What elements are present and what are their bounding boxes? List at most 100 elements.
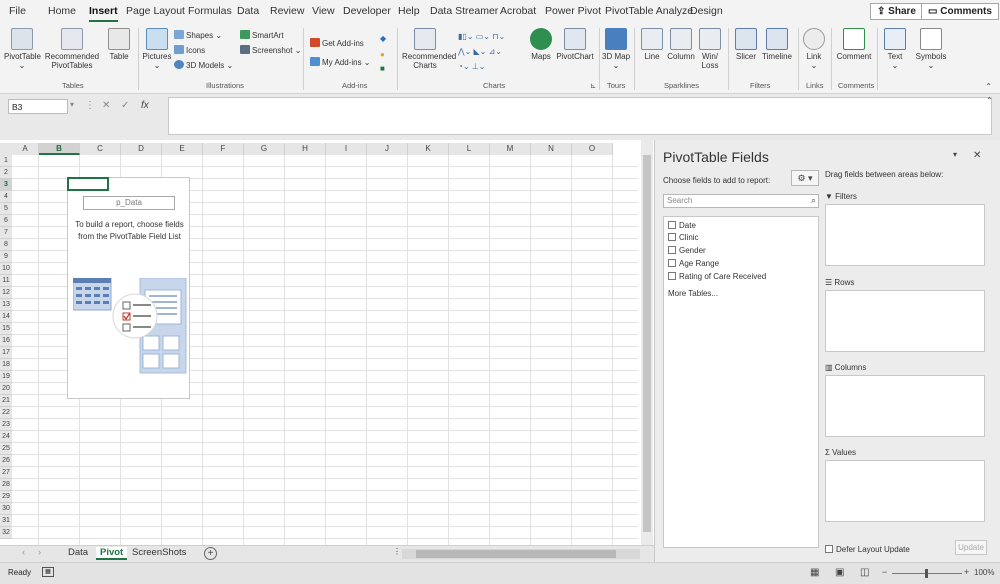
column-header-b[interactable]: B bbox=[39, 143, 80, 155]
row-header-6[interactable]: 6 bbox=[0, 215, 12, 227]
row-header-10[interactable]: 10 bbox=[0, 263, 12, 275]
row-header-21[interactable]: 21 bbox=[0, 395, 12, 407]
namebox-dropdown-icon[interactable]: ▾ bbox=[70, 100, 74, 109]
values-drop-area[interactable] bbox=[825, 460, 985, 522]
pie-chart-icon[interactable]: ◔⌄ ⊥⌄ bbox=[458, 62, 485, 72]
icons-button[interactable]: Icons bbox=[174, 45, 205, 56]
zoom-slider-thumb[interactable] bbox=[925, 569, 928, 578]
more-tables-link[interactable]: More Tables... bbox=[668, 289, 718, 298]
column-chart-icon[interactable]: ▮▯⌄ ▭⌄ ⊓⌄ bbox=[458, 32, 505, 42]
visio-icon[interactable]: ■ bbox=[380, 64, 385, 74]
next-sheet-icon[interactable]: › bbox=[38, 547, 41, 558]
vertical-scrollbar[interactable] bbox=[641, 140, 653, 545]
select-all-corner[interactable] bbox=[0, 143, 12, 155]
pictures-button[interactable]: Pictures ⌄ bbox=[142, 28, 172, 70]
column-header-m[interactable]: M bbox=[490, 143, 531, 155]
row-header-24[interactable]: 24 bbox=[0, 431, 12, 443]
column-header-e[interactable]: E bbox=[162, 143, 203, 155]
cancel-icon[interactable]: ✕ bbox=[102, 100, 110, 111]
comments-button[interactable]: ▭ Comments bbox=[921, 3, 999, 20]
row-header-20[interactable]: 20 bbox=[0, 383, 12, 395]
tab-power-pivot[interactable]: Power Pivot bbox=[545, 5, 601, 17]
worksheet-grid[interactable]: A B C D E F G H I J K L M N O 1 2 3 4 5 6 7 8 9 10 11 12 13 14 15 16 17… bbox=[0, 140, 654, 545]
column-header-h[interactable]: H bbox=[285, 143, 326, 155]
zoom-out-icon[interactable]: − bbox=[882, 567, 887, 577]
tab-view[interactable]: View bbox=[312, 5, 335, 17]
row-header-32[interactable]: 32 bbox=[0, 527, 12, 539]
sparkline-line-button[interactable]: Line bbox=[640, 28, 664, 61]
expand-formula-icon[interactable]: ⌃ bbox=[986, 96, 993, 105]
column-header-a[interactable]: A bbox=[12, 143, 39, 155]
people-graph-icon[interactable]: ● bbox=[380, 50, 385, 60]
tab-split-handle-icon[interactable]: ⋮ bbox=[393, 547, 401, 556]
tab-data-streamer[interactable]: Data Streamer bbox=[430, 5, 498, 17]
tab-acrobat[interactable]: Acrobat bbox=[500, 5, 536, 17]
charts-dialog-launcher[interactable]: ⊾ bbox=[590, 81, 596, 90]
sparkline-column-button[interactable]: Column bbox=[666, 28, 696, 61]
tab-pivottable-analyze[interactable]: PivotTable Analyze bbox=[605, 5, 693, 17]
column-header-j[interactable]: J bbox=[367, 143, 408, 155]
3d-map-button[interactable]: 3D Map ⌄ bbox=[602, 28, 630, 70]
column-header-d[interactable]: D bbox=[121, 143, 162, 155]
vertical-scroll-thumb[interactable] bbox=[643, 155, 651, 532]
tab-review[interactable]: Review bbox=[270, 5, 304, 17]
row-header-25[interactable]: 25 bbox=[0, 443, 12, 455]
macro-recorder-icon[interactable]: ▦ bbox=[42, 567, 54, 577]
tab-developer[interactable]: Developer bbox=[343, 5, 391, 17]
row-header-22[interactable]: 22 bbox=[0, 407, 12, 419]
row-header-14[interactable]: 14 bbox=[0, 311, 12, 323]
columns-drop-area[interactable] bbox=[825, 375, 985, 437]
collapse-ribbon-icon[interactable]: ⌃ bbox=[985, 82, 992, 91]
3d-models-button[interactable]: 3D Models ⌄ bbox=[174, 60, 233, 71]
row-header-2[interactable]: 2 bbox=[0, 167, 12, 179]
pivotchart-button[interactable]: PivotChart bbox=[556, 28, 594, 61]
row-header-18[interactable]: 18 bbox=[0, 359, 12, 371]
pivot-placeholder[interactable]: p_Data To build a report, choose fields … bbox=[67, 177, 190, 399]
field-checkbox[interactable] bbox=[668, 259, 676, 267]
row-header-17[interactable]: 17 bbox=[0, 347, 12, 359]
field-search-input[interactable]: Search ⌕ bbox=[663, 194, 819, 208]
tab-home[interactable]: Home bbox=[48, 5, 76, 17]
row-header-13[interactable]: 13 bbox=[0, 299, 12, 311]
row-header-19[interactable]: 19 bbox=[0, 371, 12, 383]
field-item-gender[interactable]: Gender bbox=[668, 246, 706, 255]
tab-insert[interactable]: Insert bbox=[89, 5, 118, 22]
field-item-date[interactable]: Date bbox=[668, 221, 696, 230]
active-cell-b3[interactable] bbox=[67, 177, 109, 191]
tab-page-layout[interactable]: Page Layout bbox=[126, 5, 185, 17]
row-header-1[interactable]: 1 bbox=[0, 155, 12, 167]
page-break-view-icon[interactable]: ◫ bbox=[860, 567, 869, 578]
zoom-level[interactable]: 100% bbox=[974, 568, 994, 577]
row-header-9[interactable]: 9 bbox=[0, 251, 12, 263]
field-checkbox[interactable] bbox=[668, 221, 676, 229]
row-header-29[interactable]: 29 bbox=[0, 491, 12, 503]
field-item-clinic[interactable]: Clinic bbox=[668, 233, 699, 242]
field-checkbox[interactable] bbox=[668, 272, 676, 280]
zoom-in-icon[interactable]: + bbox=[964, 567, 969, 577]
horizontal-scroll-thumb[interactable] bbox=[416, 550, 616, 558]
prev-sheet-icon[interactable]: ‹ bbox=[22, 547, 25, 558]
normal-view-icon[interactable]: ▦ bbox=[810, 567, 819, 578]
column-header-f[interactable]: F bbox=[203, 143, 244, 155]
enter-icon[interactable]: ✓ bbox=[121, 100, 129, 111]
row-header-12[interactable]: 12 bbox=[0, 287, 12, 299]
tab-help[interactable]: Help bbox=[398, 5, 420, 17]
shapes-button[interactable]: Shapes ⌄ bbox=[174, 30, 222, 41]
timeline-button[interactable]: Timeline bbox=[761, 28, 793, 61]
rows-drop-area[interactable] bbox=[825, 290, 985, 352]
screenshot-button[interactable]: Screenshot ⌄ bbox=[240, 45, 301, 56]
row-header-15[interactable]: 15 bbox=[0, 323, 12, 335]
defer-layout-update[interactable]: Defer Layout Update bbox=[825, 545, 910, 554]
row-header-27[interactable]: 27 bbox=[0, 467, 12, 479]
column-header-g[interactable]: G bbox=[244, 143, 285, 155]
close-pane-icon[interactable]: ✕ bbox=[973, 150, 981, 161]
sheet-tab-data[interactable]: Data bbox=[68, 547, 88, 558]
column-header-l[interactable]: L bbox=[449, 143, 490, 155]
symbols-button[interactable]: Symbols ⌄ bbox=[914, 28, 948, 70]
row-header-4[interactable]: 4 bbox=[0, 191, 12, 203]
column-header-c[interactable]: C bbox=[80, 143, 121, 155]
pane-options-icon[interactable]: ▾ bbox=[953, 150, 957, 159]
table-button[interactable]: Table bbox=[106, 28, 132, 61]
page-layout-view-icon[interactable]: ▣ bbox=[835, 567, 844, 578]
link-button[interactable]: Link ⌄ bbox=[802, 28, 826, 70]
